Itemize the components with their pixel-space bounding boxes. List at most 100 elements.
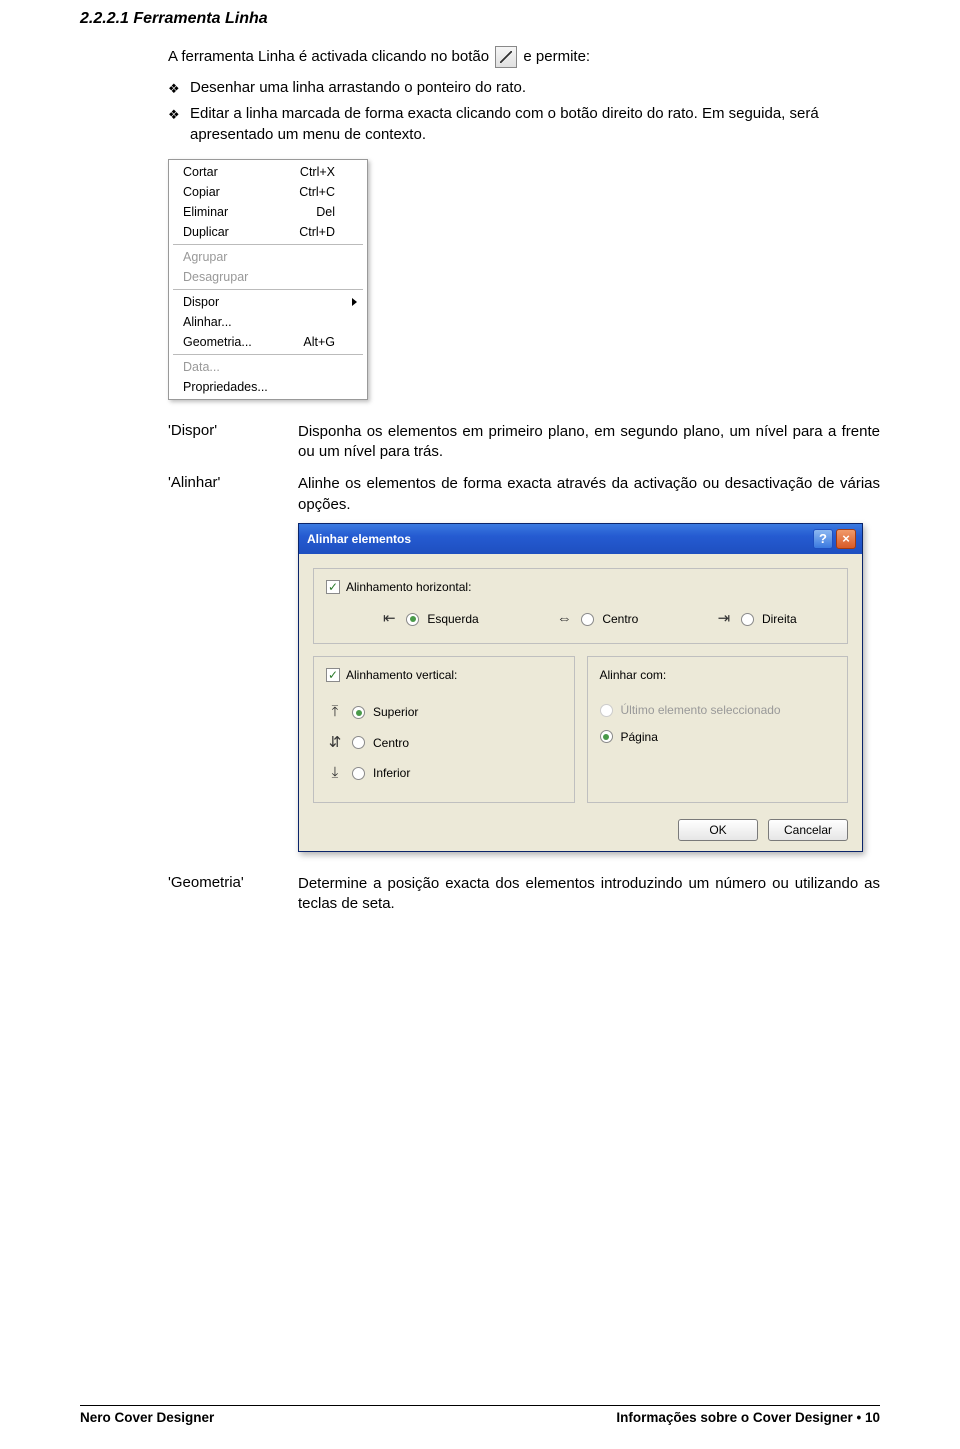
intro-paragraph: A ferramenta Linha é activada clicando n… — [168, 46, 880, 68]
menu-separator — [173, 244, 363, 245]
option-label: Direita — [762, 611, 797, 627]
menu-shortcut: Del — [316, 205, 335, 219]
menu-item-eliminar[interactable]: Eliminar Del — [171, 202, 365, 222]
menu-item-agrupar: Agrupar — [171, 247, 365, 267]
option-label: Último elemento seleccionado — [621, 702, 781, 718]
vert-option-inferior[interactable]: ⤓ Inferior — [326, 758, 562, 788]
page-number: 10 — [865, 1410, 880, 1425]
definition-body: Determine a posição exacta dos elementos… — [298, 874, 880, 915]
intro-suffix: e permite: — [523, 48, 590, 65]
bullet-list: ❖ Desenhar uma linha arrastando o ponteir… — [168, 78, 880, 145]
menu-separator — [173, 289, 363, 290]
radio[interactable] — [352, 767, 365, 780]
option-label: Centro — [373, 735, 409, 751]
horiz-option-esquerda[interactable]: ⇤ Esquerda — [380, 609, 478, 629]
radio[interactable] — [406, 613, 419, 626]
bullet-icon: ❖ — [168, 80, 180, 98]
option-label: Página — [621, 729, 658, 745]
bullet-text: Desenhar uma linha arrastando o ponteiro… — [190, 79, 526, 96]
menu-label: Duplicar — [183, 225, 229, 239]
align-middle-icon: ⇵ — [326, 733, 344, 753]
menu-label: Cortar — [183, 165, 218, 179]
menu-label: Geometria... — [183, 335, 252, 349]
ok-button[interactable]: OK — [678, 819, 758, 841]
menu-label: Alinhar... — [183, 315, 232, 329]
horiz-option-direita[interactable]: ⇥ Direita — [715, 609, 797, 629]
menu-item-dispor[interactable]: Dispor — [171, 292, 365, 312]
menu-label: Copiar — [183, 185, 220, 199]
list-item: ❖ Desenhar uma linha arrastando o ponteir… — [168, 78, 880, 98]
align-with-group: Alinhar com: Último elemento seleccionad… — [587, 656, 849, 803]
align-right-icon: ⇥ — [715, 609, 733, 629]
help-button[interactable]: ? — [813, 529, 833, 549]
definition-alinhar: 'Alinhar' Alinhe os elementos de forma e… — [168, 474, 880, 852]
line-tool-icon — [495, 46, 517, 68]
align-top-icon: ⤒ — [326, 702, 344, 722]
radio[interactable] — [600, 730, 613, 743]
horizontal-checkbox[interactable] — [326, 580, 340, 594]
menu-item-propriedades[interactable]: Propriedades... — [171, 377, 365, 397]
definition-term: 'Dispor' — [168, 422, 298, 463]
definition-geometria: 'Geometria' Determine a posição exacta d… — [168, 874, 880, 915]
cancel-button[interactable]: Cancelar — [768, 819, 848, 841]
list-item: ❖Editar a linha marcada de forma exacta … — [168, 104, 880, 145]
menu-item-desagrupar: Desagrupar — [171, 267, 365, 287]
definition-dispor: 'Dispor' Disponha os elementos em primei… — [168, 422, 880, 463]
align-with-option-last: Último elemento seleccionado — [600, 697, 836, 723]
intro-prefix: A ferramenta Linha é activada clicando n… — [168, 48, 493, 65]
menu-item-cortar[interactable]: Cortar Ctrl+X — [171, 162, 365, 182]
bullet-icon: ❖ — [168, 106, 180, 124]
context-menu: Cortar Ctrl+X Copiar Ctrl+C Eliminar Del… — [168, 159, 368, 400]
definition-term: 'Alinhar' — [168, 474, 298, 852]
horizontal-alignment-group: Alinhamento horizontal: ⇤ Esquerda ⇔ — [313, 568, 848, 644]
vertical-label: Alinhamento vertical: — [346, 667, 457, 683]
dialog-title: Alinhar elementos — [307, 531, 411, 547]
menu-shortcut: Ctrl+C — [299, 185, 335, 199]
horiz-option-centro[interactable]: ⇔ Centro — [555, 609, 638, 629]
menu-label: Eliminar — [183, 205, 228, 219]
align-with-label: Alinhar com: — [600, 667, 836, 683]
menu-label: Dispor — [183, 295, 219, 309]
definition-text: Alinhe os elementos de forma exacta atra… — [298, 474, 880, 515]
radio[interactable] — [741, 613, 754, 626]
menu-separator — [173, 354, 363, 355]
menu-label: Desagrupar — [183, 270, 248, 284]
vert-option-centro[interactable]: ⇵ Centro — [326, 728, 562, 758]
radio[interactable] — [352, 706, 365, 719]
vertical-checkbox[interactable] — [326, 668, 340, 682]
menu-shortcut: Ctrl+X — [300, 165, 335, 179]
align-bottom-icon: ⤓ — [326, 763, 344, 783]
menu-item-copiar[interactable]: Copiar Ctrl+C — [171, 182, 365, 202]
dialog-titlebar: Alinhar elementos ? × — [299, 524, 862, 554]
section-heading: 2.2.2.1 Ferramenta Linha — [80, 10, 880, 28]
align-elements-dialog: Alinhar elementos ? × Alinhamento horizo… — [298, 523, 863, 852]
menu-label: Data... — [183, 360, 220, 374]
option-label: Inferior — [373, 765, 410, 781]
footer-right-text: Informações sobre o Cover Designer — [616, 1410, 852, 1425]
option-label: Superior — [373, 704, 418, 720]
vertical-alignment-group: Alinhamento vertical: ⤒ Superior ⇵ — [313, 656, 575, 803]
menu-shortcut: Alt+G — [303, 335, 335, 349]
bullet-separator: • — [856, 1410, 864, 1425]
vert-option-superior[interactable]: ⤒ Superior — [326, 697, 562, 727]
menu-label: Propriedades... — [183, 380, 268, 394]
definition-body: Alinhe os elementos de forma exacta atra… — [298, 474, 880, 852]
option-label: Esquerda — [427, 611, 478, 627]
align-with-option-page[interactable]: Página — [600, 724, 836, 750]
option-label: Centro — [602, 611, 638, 627]
footer-right: Informações sobre o Cover Designer • 10 — [616, 1410, 880, 1425]
radio[interactable] — [581, 613, 594, 626]
menu-label: Agrupar — [183, 250, 227, 264]
menu-shortcut: Ctrl+D — [299, 225, 335, 239]
menu-item-duplicar[interactable]: Duplicar Ctrl+D — [171, 222, 365, 242]
menu-item-data: Data... — [171, 357, 365, 377]
close-button[interactable]: × — [836, 529, 856, 549]
menu-item-alinhar[interactable]: Alinhar... — [171, 312, 365, 332]
align-left-icon: ⇤ — [380, 609, 398, 629]
align-center-icon: ⇔ — [555, 609, 573, 629]
radio — [600, 704, 613, 717]
menu-item-geometria[interactable]: Geometria... Alt+G — [171, 332, 365, 352]
radio[interactable] — [352, 736, 365, 749]
footer-left: Nero Cover Designer — [80, 1410, 214, 1425]
page-footer: Nero Cover Designer Informações sobre o … — [80, 1405, 880, 1425]
